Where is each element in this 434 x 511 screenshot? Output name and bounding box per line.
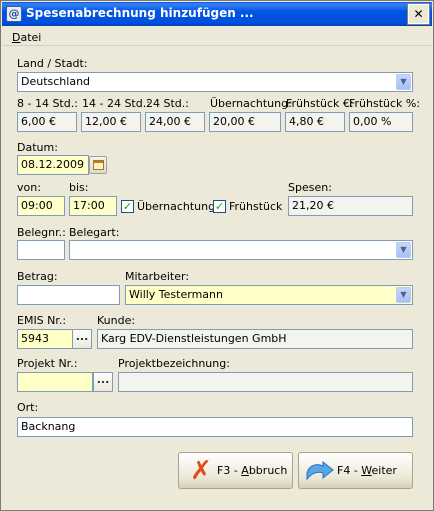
datum-label: Datum: bbox=[17, 141, 58, 154]
forward-arrow-icon bbox=[306, 460, 334, 481]
emis-label: EMIS Nr.: bbox=[17, 314, 67, 327]
weiter-label-prefix: F4 - bbox=[337, 464, 362, 477]
calendar-icon bbox=[93, 160, 104, 170]
rate-fruehstueck-eur-label: Frühstück €: bbox=[286, 97, 354, 110]
rate-uebernachtung-label: Übernachtung: bbox=[210, 97, 292, 110]
emis-lookup-button[interactable]: ... bbox=[72, 329, 92, 349]
emis-field[interactable]: 5943 bbox=[17, 329, 73, 349]
ort-field[interactable]: Backnang bbox=[17, 417, 413, 437]
mitarbeiter-label: Mitarbeiter: bbox=[125, 270, 190, 283]
rate-8-14-label: 8 - 14 Std.: bbox=[17, 97, 78, 110]
fruehstueck-checkbox[interactable]: ✓ bbox=[213, 200, 226, 213]
von-label: von: bbox=[17, 181, 41, 194]
rate-14-24-field: 12,00 € bbox=[81, 112, 141, 132]
belegart-dropdown-arrow-icon[interactable]: ▼ bbox=[396, 242, 411, 258]
dialog-window: @ Spesenabrechnung hinzufügen ... ✕ Date… bbox=[0, 0, 434, 511]
datum-field[interactable]: 08.12.2009 bbox=[17, 155, 89, 175]
close-button[interactable]: ✕ bbox=[407, 3, 430, 25]
rate-fruehstueck-eur-field: 4,80 € bbox=[285, 112, 345, 132]
bis-label: bis: bbox=[69, 181, 89, 194]
weiter-button[interactable]: F4 - Weiter bbox=[298, 452, 413, 489]
menu-datei-label: atei bbox=[20, 31, 42, 44]
mitarbeiter-select[interactable]: Willy Testermann ▼ bbox=[125, 285, 413, 305]
abbruch-label-rest: bbruch bbox=[248, 464, 288, 477]
abbruch-label-prefix: F3 - bbox=[217, 464, 242, 477]
rate-24-label: 24 Std.: bbox=[146, 97, 189, 110]
ort-label: Ort: bbox=[17, 401, 39, 414]
belegart-label: Belegart: bbox=[69, 226, 120, 239]
belegnr-field[interactable] bbox=[17, 240, 65, 260]
abbruch-mnemonic: A bbox=[241, 464, 249, 477]
rate-fruehstueck-pct-field: 0,00 % bbox=[349, 112, 413, 132]
rate-uebernachtung-field: 20,00 € bbox=[209, 112, 281, 132]
projektbez-field bbox=[118, 372, 413, 392]
weiter-mnemonic: W bbox=[361, 464, 372, 477]
belegart-select[interactable]: ▼ bbox=[69, 240, 413, 260]
spesen-field: 21,20 € bbox=[288, 196, 413, 216]
land-value: Deutschland bbox=[21, 75, 91, 88]
menu-bar: Datei bbox=[2, 28, 432, 46]
uebernachtung-checkbox-label[interactable]: Übernachtung bbox=[137, 200, 215, 213]
window-title: Spesenabrechnung hinzufügen ... bbox=[26, 6, 254, 20]
betrag-field[interactable] bbox=[17, 285, 120, 305]
mitarbeiter-value: Willy Testermann bbox=[129, 288, 223, 301]
rate-14-24-label: 14 - 24 Std.: bbox=[82, 97, 150, 110]
kunde-field: Karg EDV-Dienstleistungen GmbH bbox=[97, 329, 413, 349]
bis-field[interactable]: 17:00 bbox=[69, 196, 117, 216]
projektbez-label: Projektbezeichnung: bbox=[118, 357, 230, 370]
land-dropdown-arrow-icon[interactable]: ▼ bbox=[396, 74, 411, 90]
cancel-x-icon: ✗ bbox=[190, 456, 212, 486]
projekt-field[interactable] bbox=[17, 372, 93, 392]
projekt-label: Projekt Nr.: bbox=[17, 357, 78, 370]
von-field[interactable]: 09:00 bbox=[17, 196, 65, 216]
abbruch-button[interactable]: ✗ F3 - Abbruch bbox=[178, 452, 293, 489]
weiter-label-rest: eiter bbox=[371, 464, 397, 477]
rate-24-field: 24,00 € bbox=[145, 112, 205, 132]
belegnr-label: Belegnr.: bbox=[17, 226, 66, 239]
land-select[interactable]: Deutschland ▼ bbox=[17, 72, 413, 92]
projekt-lookup-button[interactable]: ... bbox=[93, 372, 113, 392]
weiter-label: F4 - Weiter bbox=[337, 464, 397, 477]
fruehstueck-checkbox-label[interactable]: Frühstück bbox=[229, 200, 282, 213]
spesen-label: Spesen: bbox=[288, 181, 332, 194]
uebernachtung-checkbox[interactable]: ✓ bbox=[121, 200, 134, 213]
kunde-label: Kunde: bbox=[97, 314, 136, 327]
title-bar[interactable]: @ Spesenabrechnung hinzufügen ... ✕ bbox=[2, 2, 432, 26]
mitarbeiter-dropdown-arrow-icon[interactable]: ▼ bbox=[396, 287, 411, 303]
app-icon: @ bbox=[6, 6, 22, 22]
calendar-button[interactable] bbox=[89, 156, 107, 174]
rate-8-14-field: 6,00 € bbox=[17, 112, 77, 132]
abbruch-label: F3 - Abbruch bbox=[217, 464, 287, 477]
menu-datei[interactable]: Datei bbox=[12, 31, 41, 44]
rate-fruehstueck-pct-label: Frühstück %: bbox=[349, 97, 421, 110]
betrag-label: Betrag: bbox=[17, 270, 58, 283]
land-label: Land / Stadt: bbox=[17, 57, 88, 70]
